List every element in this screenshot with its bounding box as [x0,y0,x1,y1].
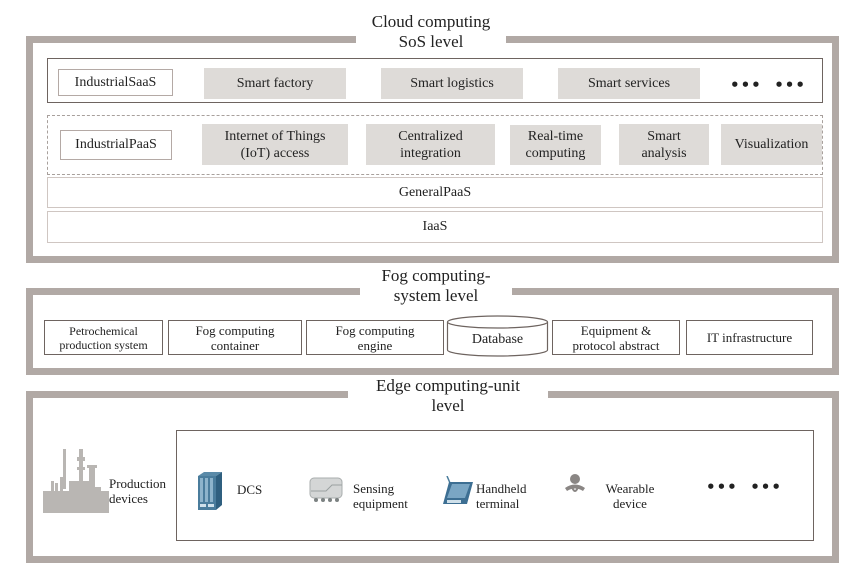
paas-item-line1: Internet of Things [224,128,326,144]
paas-item-centralized-integration: Centralized integration [366,124,495,165]
paas-item-iot-access: Internet of Things (IoT) access [202,124,348,165]
cloud-layer-title: Cloud computing SoS level [356,12,506,56]
handheld-line2: terminal [476,496,520,511]
saas-item-smart-logistics: Smart logistics [381,68,523,99]
fog-title-line2: system level [393,286,479,305]
fog-item-it-infrastructure: IT infrastructure [686,320,813,355]
fog-item-equipment-protocol-abstract: Equipment & protocol abstract [552,320,680,355]
dcs-label: DCS [237,482,263,497]
edge-title-line2: level [431,396,465,415]
fog-title-line1: Fog computing- [381,266,491,285]
paas-item-realtime-computing: Real-time computing [510,125,601,165]
iaas-row: IaaS [47,211,823,243]
fog-item-fog-computing-container: Fog computing container [168,320,302,355]
sensor-icon [309,477,343,502]
fog-item-line1: Petrochemical [69,323,138,338]
handheld-terminal-icon [443,476,473,504]
fog-item-line1: Fog computing [195,322,275,338]
database-label: Database [471,332,524,347]
industrial-saas-label: IndustrialSaaS [58,69,173,96]
wearable-device-icon [565,474,585,492]
fog-item-fog-computing-engine: Fog computing engine [306,320,444,355]
sensing-line2: equipment [353,496,408,511]
handheld-line1: Handheld [476,481,527,496]
paas-item-smart-analysis: Smart analysis [619,124,709,165]
cloud-title-line1: Cloud computing [371,12,491,31]
wearable-line1: Wearable [605,481,655,496]
saas-more-ellipsis: ••• ••• [730,76,806,94]
production-line1: Production [109,476,167,491]
fog-item-line1: IT infrastructure [706,330,793,345]
edge-title-line1: Edge computing-unit [375,376,520,395]
sensing-equipment-label: Sensing equipment [353,481,408,511]
fog-item-line2: protocol abstract [572,337,660,353]
wearable-line2: device [613,496,647,511]
factory-icon [43,449,109,513]
production-line2: devices [109,491,148,506]
edge-more-ellipsis: ••• ••• [706,478,782,496]
sensing-line1: Sensing [353,481,395,496]
fog-item-line2: engine [357,337,393,353]
general-paas-row: GeneralPaaS [47,177,823,208]
saas-item-smart-services: Smart services [558,68,700,99]
handheld-terminal-label: Handheld terminal [476,481,527,511]
fog-item-database: Database [446,314,549,358]
production-devices-label: Production devices [109,476,166,506]
fog-item-line2: container [210,337,260,353]
wearable-device-label: Wearable device [600,481,660,511]
paas-item-line1: Visualization [734,137,809,152]
cloud-title-line2: SoS level [398,32,464,51]
paas-item-line1: Centralized [398,128,463,144]
fog-layer-title: Fog computing- system level [360,266,512,308]
paas-item-line2: analysis [641,145,687,161]
paas-item-line1: Smart [647,128,681,144]
edge-layer-title: Edge computing-unit level [348,376,548,418]
paas-item-line2: computing [525,146,586,161]
fog-item-line1: Fog computing [335,322,415,338]
fog-item-petrochemical-production-system: Petrochemical production system [44,320,163,355]
fog-item-line1: Equipment & [580,322,652,338]
dcs-cabinet-icon [198,472,222,510]
industrial-paas-label: IndustrialPaaS [60,130,172,160]
paas-item-line2: (IoT) access [240,145,310,161]
paas-item-visualization: Visualization [721,124,822,165]
paas-item-line2: integration [400,145,461,161]
fog-item-line2: production system [59,337,148,352]
paas-item-line1: Real-time [527,129,584,144]
saas-item-smart-factory: Smart factory [204,68,346,99]
